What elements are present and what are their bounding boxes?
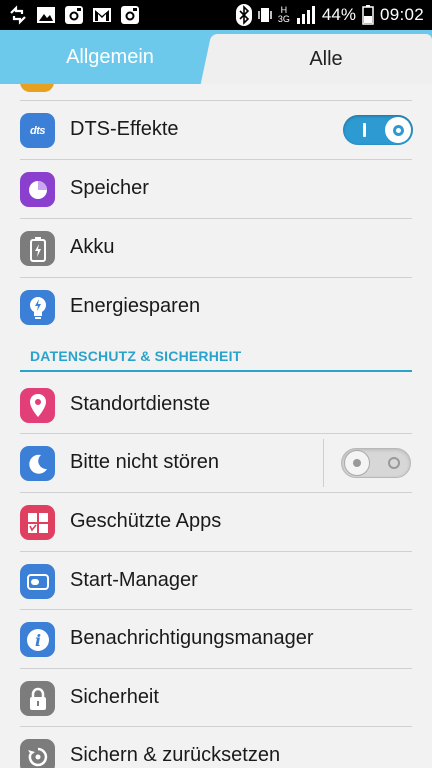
power-saving-icon <box>20 290 55 325</box>
tab-allgemein[interactable]: Allgemein <box>0 30 220 84</box>
tab-alle[interactable]: Alle <box>220 34 432 84</box>
setting-label: Bitte nicht stören <box>70 451 219 473</box>
setting-label: Benachrichtigungsmanager <box>70 627 314 649</box>
startup-manager-icon <box>20 564 55 599</box>
battery-icon <box>20 231 55 266</box>
bluetooth-icon <box>235 4 252 26</box>
status-bar: H 3G 44% 09:02 <box>0 0 432 30</box>
storage-pie-icon <box>20 172 55 207</box>
svg-text:i: i <box>34 631 40 650</box>
scrolled-off-item-icon <box>20 84 54 94</box>
toggle-separator <box>323 439 324 487</box>
setting-row-do-not-disturb[interactable]: Bitte nicht stören <box>0 434 432 492</box>
notification-icons <box>8 5 140 25</box>
sync-icon <box>10 5 26 25</box>
lock-icon <box>20 681 55 716</box>
setting-row-storage[interactable]: Speicher <box>0 160 432 218</box>
location-pin-icon <box>20 388 55 423</box>
image-icon <box>37 7 55 23</box>
instagram-icon <box>65 6 83 24</box>
protected-apps-icon <box>20 505 55 540</box>
info-icon: i <box>20 622 55 657</box>
tab-bar: Allgemein Alle <box>0 30 432 84</box>
setting-row-dts[interactable]: dts DTS-Effekte <box>0 101 432 159</box>
section-divider <box>20 370 412 372</box>
setting-label: Geschützte Apps <box>70 510 222 532</box>
setting-row-protected-apps[interactable]: Geschützte Apps <box>0 493 432 551</box>
setting-row-security[interactable]: Sicherheit <box>0 669 432 727</box>
signal-icon <box>296 6 315 24</box>
setting-label: Speicher <box>70 177 149 199</box>
setting-label: Standortdienste <box>70 393 211 415</box>
do-not-disturb-toggle[interactable] <box>341 448 411 478</box>
dts-icon: dts <box>20 113 55 148</box>
setting-row-power-saving[interactable]: Energiesparen <box>0 278 432 336</box>
system-icons: H 3G 44% 09:02 <box>235 4 424 26</box>
gmail-icon <box>93 8 111 22</box>
setting-row-backup-reset[interactable]: Sichern & zurücksetzen <box>0 727 432 768</box>
setting-row-notification-manager[interactable]: i Benachrichtigungsmanager <box>0 610 432 668</box>
setting-row-startup-manager[interactable]: Start-Manager <box>0 552 432 610</box>
section-header: DATENSCHUTZ & SICHERHEIT <box>30 348 242 364</box>
backup-restore-icon <box>20 739 55 768</box>
setting-label: Akku <box>70 236 115 258</box>
dts-toggle[interactable] <box>343 115 413 145</box>
setting-label: Sicherheit <box>70 686 159 708</box>
moon-icon <box>20 446 55 481</box>
instagram-icon <box>121 6 139 24</box>
network-type: 3G <box>277 14 290 24</box>
setting-label: Energiesparen <box>70 295 201 317</box>
setting-label: DTS-Effekte <box>70 118 179 140</box>
battery-percent: 44% <box>321 5 356 24</box>
setting-row-location[interactable]: Standortdienste <box>0 376 432 434</box>
vibrate-icon <box>258 8 272 22</box>
clock: 09:02 <box>379 5 424 24</box>
battery-icon <box>362 5 374 25</box>
setting-label: Sichern & zurücksetzen <box>70 744 281 766</box>
setting-label: Start-Manager <box>70 569 198 591</box>
network-indicator: H 3G <box>278 6 290 24</box>
setting-row-battery[interactable]: Akku <box>0 219 432 277</box>
